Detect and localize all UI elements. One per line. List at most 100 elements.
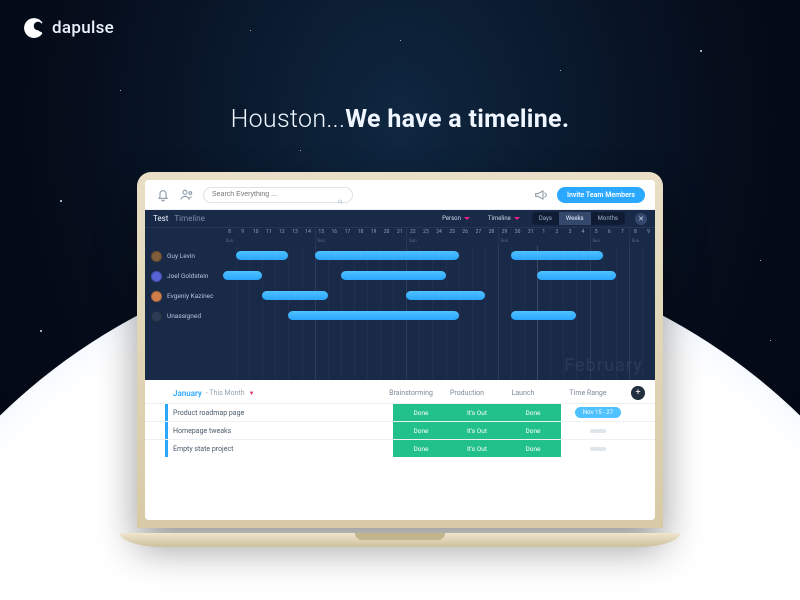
timeline-bar[interactable] [262,291,327,300]
time-range-cell[interactable] [561,440,635,457]
megaphone-icon[interactable] [533,187,549,203]
date-cell: 13 [288,228,301,246]
col-header[interactable]: Brainstorming [383,389,439,397]
status-cell[interactable]: Done [393,422,449,439]
time-range-pill [590,429,606,433]
time-range-pill [590,447,606,451]
col-header[interactable]: Launch [495,389,551,397]
table-row[interactable]: Product roadmap pageDoneIt's OutDoneNov … [145,403,655,421]
timeline-row: Joel Goldstein [145,266,655,286]
table-row[interactable]: Homepage tweaksDoneIt's OutDone [145,421,655,439]
date-cell: 18 [354,228,367,246]
date-cell: 7 [616,228,629,246]
date-cell: 6 [603,228,616,246]
date-cell: 3 [563,228,576,246]
scale-days[interactable]: Days [532,212,559,225]
item-name[interactable]: Product roadmap page [145,404,393,421]
item-name[interactable]: Empty state project [145,440,393,457]
person-name: Guy Levin [167,252,195,260]
person-name: Evgeniy Kazinec [167,292,214,300]
board-tab[interactable]: Timeline [174,214,205,223]
laptop-base [120,533,680,547]
date-cell: 25 [446,228,459,246]
timeline-row: Evgeniy Kazinec [145,286,655,306]
scale-months[interactable]: Months [591,212,625,225]
date-cell: 2 [550,228,563,246]
search-input[interactable] [203,187,353,203]
status-cell[interactable]: It's Out [449,422,505,439]
headline: Houston...We have a timeline. [0,105,800,134]
status-cell[interactable]: It's Out [449,440,505,457]
timeline-mode-filter[interactable]: Timeline [482,213,526,224]
date-cell: 16 [328,228,341,246]
person-name: Unassigned [167,312,201,320]
date-cell: 30 [511,228,524,246]
item-name[interactable]: Homepage tweaks [145,422,393,439]
col-header[interactable]: Production [439,389,495,397]
timeline-bar[interactable] [341,271,446,280]
timeline-date-ruler: 8Sun9101112131415Sun16171819202122Sun232… [145,228,655,246]
timeline-row: Unassigned [145,306,655,326]
date-cell: 15Sun [315,228,328,246]
date-cell: 26 [459,228,472,246]
status-cell[interactable]: Done [393,404,449,421]
date-cell: 20 [380,228,393,246]
date-cell: 19 [367,228,380,246]
date-cell: 12 [275,228,288,246]
date-cell: 27 [472,228,485,246]
close-icon[interactable]: ✕ [635,213,647,225]
status-cell[interactable]: Done [505,422,561,439]
timeline-bar[interactable] [406,291,485,300]
board-name[interactable]: Test [153,214,168,223]
timeline-bar[interactable] [223,271,262,280]
date-cell: 5Sun [590,228,603,246]
timeline-bar[interactable] [315,251,459,260]
timeline-bar[interactable] [288,311,458,320]
avatar [151,271,162,282]
avatar [151,291,162,302]
timeline-row-label: Evgeniy Kazinec [145,291,223,302]
timeline-bar[interactable] [537,271,616,280]
group-range: - This Month [206,389,245,397]
group-header[interactable]: January - This Month ▼ Brainstorming Pro… [145,380,655,403]
date-cell: 9 [642,228,655,246]
date-cell: 21 [393,228,406,246]
status-cell[interactable]: Done [505,440,561,457]
app-topbar: Invite Team Members [145,180,655,210]
col-header-range[interactable]: Time Range [551,389,625,397]
status-cell[interactable]: Done [505,404,561,421]
scale-weeks[interactable]: Weeks [559,212,591,225]
date-cell: 4 [577,228,590,246]
time-range-cell[interactable] [561,422,635,439]
timeline-row-label: Guy Levin [145,251,223,262]
timeline-bar[interactable] [511,311,576,320]
headline-light: Houston... [231,105,346,134]
board-list-panel: January - This Month ▼ Brainstorming Pro… [145,380,655,520]
status-cell[interactable]: It's Out [449,404,505,421]
group-name: January [173,389,202,398]
brand-icon [24,18,44,38]
date-cell: 8Sun [223,228,236,246]
timeline-bar[interactable] [511,251,603,260]
scale-segment: Days Weeks Months [532,212,625,225]
date-cell: 1 [537,228,550,246]
table-row[interactable]: Empty state projectDoneIt's OutDone [145,439,655,457]
people-icon[interactable] [179,187,195,203]
date-cell: 23 [419,228,432,246]
time-range-cell[interactable]: Nov 15 - 27 [561,404,635,421]
date-cell: 11 [262,228,275,246]
status-cell[interactable]: Done [393,440,449,457]
add-column-button[interactable]: + [631,386,645,400]
date-cell: 14 [302,228,315,246]
date-cell: 10 [249,228,262,246]
invite-team-button[interactable]: Invite Team Members [557,187,645,203]
avatar [151,251,162,262]
timeline-bar[interactable] [236,251,288,260]
search-icon [337,191,344,199]
timeline-row: Guy Levin [145,246,655,266]
timeline-row-label: Joel Goldstein [145,271,223,282]
person-filter[interactable]: Person [436,213,476,224]
bell-icon[interactable] [155,187,171,203]
avatar [151,311,162,322]
search-field[interactable] [212,191,331,198]
